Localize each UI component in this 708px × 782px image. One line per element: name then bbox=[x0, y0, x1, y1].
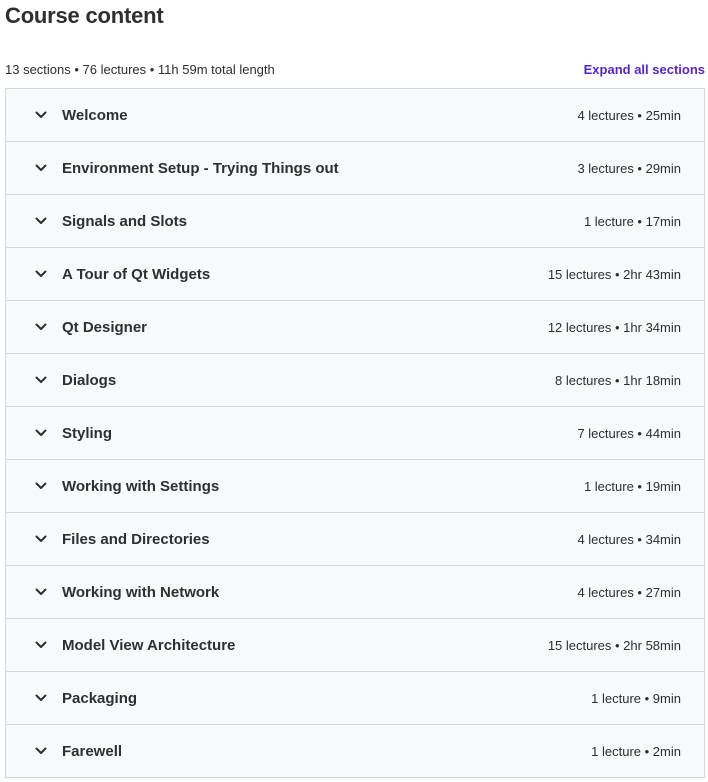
chevron-down-icon bbox=[34, 373, 48, 387]
section-meta: 15 lectures • 2hr 58min bbox=[547, 637, 681, 653]
section-meta: 4 lectures • 34min bbox=[577, 531, 681, 547]
section-row[interactable]: Dialogs 8 lectures • 1hr 18min bbox=[6, 354, 704, 407]
section-row[interactable]: Signals and Slots 1 lecture • 17min bbox=[6, 195, 704, 248]
section-meta: 4 lectures • 27min bbox=[577, 584, 681, 600]
section-row[interactable]: Environment Setup - Trying Things out 3 l… bbox=[6, 142, 704, 195]
section-row[interactable]: Qt Designer 12 lectures • 1hr 34min bbox=[6, 301, 704, 354]
section-meta: 4 lectures • 25min bbox=[577, 107, 681, 123]
section-title: Farewell bbox=[62, 742, 123, 760]
chevron-down-icon bbox=[34, 479, 48, 493]
course-summary-row: 13 sections • 76 lectures • 11h 59m tota… bbox=[5, 60, 705, 78]
section-meta: 8 lectures • 1hr 18min bbox=[555, 372, 681, 388]
section-meta: 1 lecture • 9min bbox=[591, 690, 681, 706]
section-meta: 1 lecture • 2min bbox=[591, 743, 681, 759]
chevron-down-icon bbox=[34, 691, 48, 705]
section-row[interactable]: Model View Architecture 15 lectures • 2hr… bbox=[6, 619, 704, 672]
section-title: Packaging bbox=[62, 689, 138, 707]
section-meta: 15 lectures • 2hr 43min bbox=[547, 266, 681, 282]
section-row[interactable]: Files and Directories 4 lectures • 34min bbox=[6, 513, 704, 566]
section-title: Styling bbox=[62, 424, 113, 442]
section-row[interactable]: Styling 7 lectures • 44min bbox=[6, 407, 704, 460]
chevron-down-icon bbox=[34, 320, 48, 334]
section-row[interactable]: Working with Network 4 lectures • 27min bbox=[6, 566, 704, 619]
course-summary: 13 sections • 76 lectures • 11h 59m tota… bbox=[5, 61, 275, 77]
section-meta: 3 lectures • 29min bbox=[577, 160, 681, 176]
chevron-down-icon bbox=[34, 638, 48, 652]
page-title: Course content bbox=[5, 3, 164, 28]
chevron-down-icon bbox=[34, 532, 48, 546]
chevron-down-icon bbox=[34, 267, 48, 281]
section-title: Welcome bbox=[62, 106, 128, 124]
expand-all-sections-button[interactable]: Expand all sections bbox=[584, 62, 705, 77]
section-title: Files and Directories bbox=[62, 530, 210, 548]
chevron-down-icon bbox=[34, 744, 48, 758]
sections-list: Welcome 4 lectures • 25min Environment Set… bbox=[5, 88, 705, 778]
section-title: Signals and Slots bbox=[62, 212, 188, 230]
section-row[interactable]: Farewell 1 lecture • 2min bbox=[6, 725, 704, 778]
section-title: Qt Designer bbox=[62, 318, 148, 336]
section-meta: 1 lecture • 17min bbox=[583, 213, 681, 229]
section-title: Model View Architecture bbox=[62, 636, 236, 654]
section-title: Working with Settings bbox=[62, 477, 220, 495]
section-row[interactable]: Working with Settings 1 lecture • 19min bbox=[6, 460, 704, 513]
section-row[interactable]: Welcome 4 lectures • 25min bbox=[6, 89, 704, 142]
chevron-down-icon bbox=[34, 161, 48, 175]
section-title: Working with Network bbox=[62, 583, 220, 601]
section-row[interactable]: A Tour of Qt Widgets 15 lectures • 2hr 43… bbox=[6, 248, 704, 301]
section-meta: 1 lecture • 19min bbox=[583, 478, 681, 494]
chevron-down-icon bbox=[34, 214, 48, 228]
section-row[interactable]: Packaging 1 lecture • 9min bbox=[6, 672, 704, 725]
section-title: Dialogs bbox=[62, 371, 117, 389]
section-title: Environment Setup - Trying Things out bbox=[62, 159, 339, 177]
section-title: A Tour of Qt Widgets bbox=[62, 265, 211, 283]
section-meta: 7 lectures • 44min bbox=[577, 425, 681, 441]
chevron-down-icon bbox=[34, 585, 48, 599]
chevron-down-icon bbox=[34, 108, 48, 122]
section-meta: 12 lectures • 1hr 34min bbox=[547, 319, 681, 335]
chevron-down-icon bbox=[34, 426, 48, 440]
